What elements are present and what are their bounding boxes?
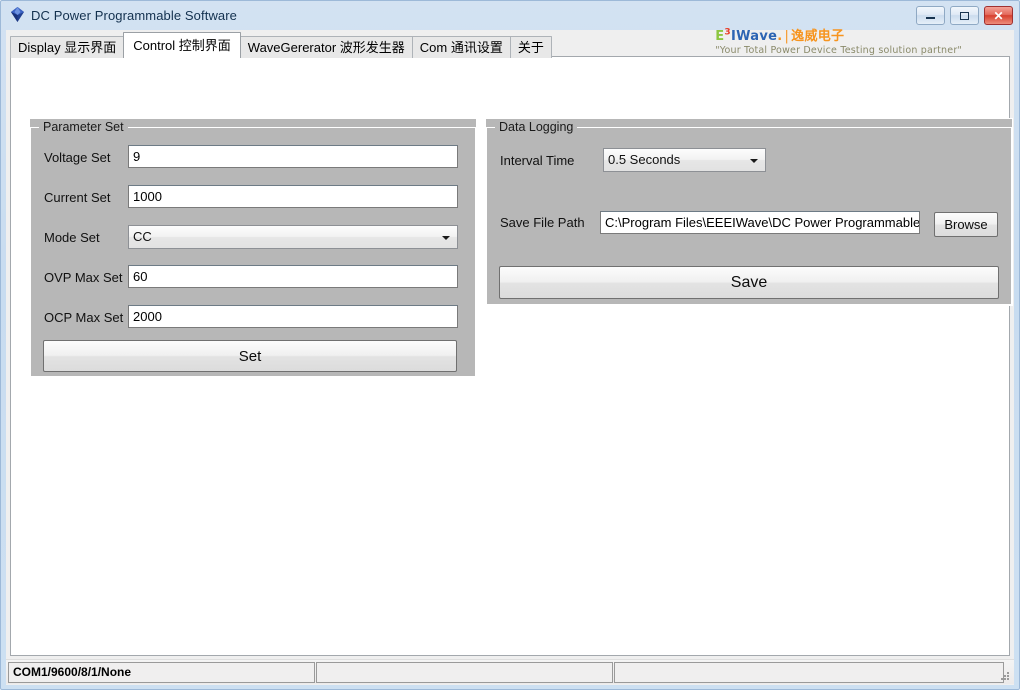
save-file-path-input[interactable]: C:\Program Files\EEEIWave\DC Power Progr… xyxy=(600,211,920,234)
browse-button[interactable]: Browse xyxy=(934,212,998,237)
minimize-button[interactable] xyxy=(916,6,945,25)
tab-display[interactable]: Display 显示界面 xyxy=(10,36,125,58)
tab-page-control: Parameter Set Voltage Set 9 Current Set … xyxy=(10,56,1013,656)
chevron-down-icon xyxy=(750,159,758,163)
close-icon: ✕ xyxy=(993,8,1004,23)
set-button[interactable]: Set xyxy=(43,340,457,372)
ocp-max-set-label: OCP Max Set xyxy=(44,310,124,325)
chevron-down-icon xyxy=(442,236,450,240)
maximize-button[interactable] xyxy=(950,6,979,25)
parameter-set-title: Parameter Set xyxy=(39,120,128,134)
mode-set-label: Mode Set xyxy=(44,230,100,245)
tab-about[interactable]: 关于 xyxy=(509,36,552,58)
maximize-icon xyxy=(951,7,978,24)
current-set-input[interactable]: 1000 xyxy=(128,185,458,208)
close-button[interactable]: ✕ xyxy=(984,6,1013,25)
ovp-max-set-label: OVP Max Set xyxy=(44,270,123,285)
mode-set-value: CC xyxy=(133,229,152,244)
status-panel-tertiary xyxy=(614,662,1004,683)
interval-time-value: 0.5 Seconds xyxy=(608,152,681,167)
logo-iwave: IWave xyxy=(730,29,778,44)
window-title: DC Power Programmable Software xyxy=(31,8,238,23)
logo-wordmark: E3IWave. | 逸威电子 xyxy=(715,25,962,44)
logo-tagline: "Your Total Power Device Testing solutio… xyxy=(715,45,962,56)
diamond-gem-icon xyxy=(9,6,26,23)
client-area: E3IWave. | 逸威电子 "Your Total Power Device T… xyxy=(6,28,1014,685)
current-set-label: Current Set xyxy=(44,190,111,205)
tab-com[interactable]: Com 通讯设置 xyxy=(411,36,511,58)
ocp-max-set-input[interactable]: 2000 xyxy=(128,305,458,328)
parameter-set-group: Parameter Set Voltage Set 9 Current Set … xyxy=(29,118,477,378)
voltage-set-input[interactable]: 9 xyxy=(128,145,458,168)
logo-separator: | xyxy=(784,29,790,44)
application-window: DC Power Programmable Software ✕ E3IWave… xyxy=(0,0,1020,690)
tab-wavegenerator[interactable]: WaveGererator 波形发生器 xyxy=(239,36,413,58)
logo-letter-e: E xyxy=(715,29,725,44)
tab-strip: Display 显示界面 Control 控制界面 WaveGererator … xyxy=(10,32,552,58)
ovp-max-set-input[interactable]: 60 xyxy=(128,265,458,288)
status-panel-connection: COM1/9600/8/1/None xyxy=(8,662,315,683)
company-logo: E3IWave. | 逸威电子 "Your Total Power Device T… xyxy=(715,25,962,56)
interval-time-dropdown[interactable]: 0.5 Seconds xyxy=(603,148,766,172)
status-panel-secondary xyxy=(316,662,613,683)
save-file-path-label: Save File Path xyxy=(500,215,585,230)
logo-chinese-name: 逸威电子 xyxy=(791,29,845,44)
resize-grip-icon[interactable] xyxy=(999,670,1011,682)
voltage-set-label: Voltage Set xyxy=(44,150,111,165)
save-button[interactable]: Save xyxy=(499,266,999,299)
status-bar: COM1/9600/8/1/None xyxy=(6,659,1014,684)
minimize-icon xyxy=(917,7,944,24)
mode-set-dropdown[interactable]: CC xyxy=(128,225,458,249)
interval-time-label: Interval Time xyxy=(500,153,575,168)
data-logging-title: Data Logging xyxy=(495,120,578,134)
tab-control[interactable]: Control 控制界面 xyxy=(123,32,241,58)
